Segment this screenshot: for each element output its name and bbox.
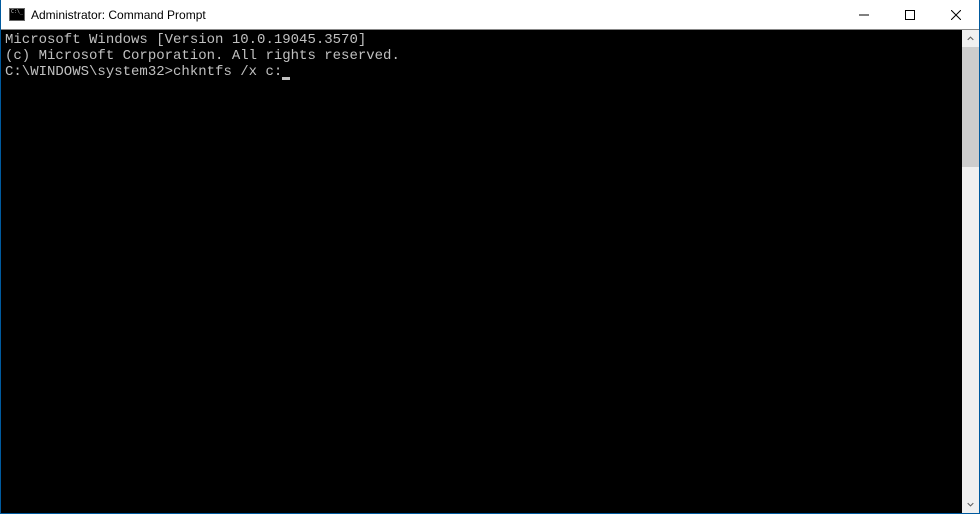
chevron-up-icon bbox=[967, 35, 974, 42]
window-controls bbox=[841, 0, 979, 29]
prompt-line: C:\WINDOWS\system32>chkntfs /x c: bbox=[5, 64, 958, 80]
chevron-down-icon bbox=[967, 501, 974, 508]
close-icon bbox=[951, 10, 961, 20]
content-area: Microsoft Windows [Version 10.0.19045.35… bbox=[1, 30, 979, 513]
output-line: (c) Microsoft Corporation. All rights re… bbox=[5, 48, 958, 64]
scroll-track[interactable] bbox=[962, 47, 979, 496]
scroll-down-button[interactable] bbox=[962, 496, 979, 513]
titlebar[interactable]: Administrator: Command Prompt bbox=[1, 0, 979, 30]
command-prompt-window: Administrator: Command Prompt Microsoft … bbox=[1, 0, 979, 513]
prompt: C:\WINDOWS\system32> bbox=[5, 64, 173, 80]
command-input[interactable]: chkntfs /x c: bbox=[173, 64, 282, 80]
terminal-output[interactable]: Microsoft Windows [Version 10.0.19045.35… bbox=[1, 30, 962, 513]
maximize-icon bbox=[905, 10, 915, 20]
cmd-icon bbox=[9, 8, 25, 21]
close-button[interactable] bbox=[933, 0, 979, 29]
minimize-button[interactable] bbox=[841, 0, 887, 29]
cursor bbox=[282, 77, 290, 80]
minimize-icon bbox=[859, 10, 869, 20]
window-title: Administrator: Command Prompt bbox=[31, 8, 841, 22]
scroll-up-button[interactable] bbox=[962, 30, 979, 47]
vertical-scrollbar[interactable] bbox=[962, 30, 979, 513]
scroll-thumb[interactable] bbox=[962, 47, 979, 167]
output-line: Microsoft Windows [Version 10.0.19045.35… bbox=[5, 32, 958, 48]
app-icon bbox=[9, 7, 25, 23]
maximize-button[interactable] bbox=[887, 0, 933, 29]
